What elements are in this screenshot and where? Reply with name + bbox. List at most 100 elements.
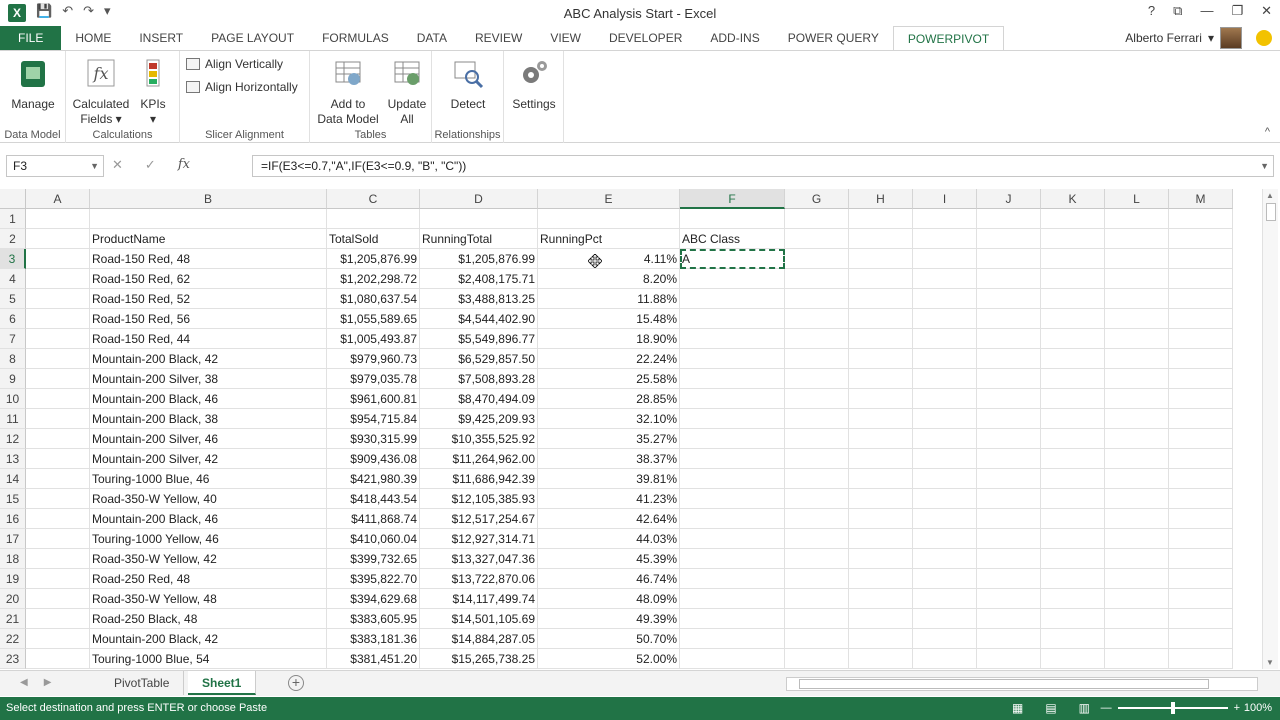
normal-view-icon[interactable]: ▦ [1012,701,1023,715]
cell-total-sold[interactable]: $394,629.68 [327,589,420,609]
row-header[interactable]: 16 [0,509,26,529]
cell[interactable] [1041,489,1105,509]
cell-running-pct[interactable]: 46.74% [538,569,680,589]
row-header[interactable]: 6 [0,309,26,329]
cell-running-total[interactable]: $1,205,876.99 [420,249,538,269]
cell[interactable] [977,569,1041,589]
tab-home[interactable]: HOME [61,26,125,50]
column-header-d[interactable]: D [420,189,538,209]
add-to-data-model-button[interactable]: Add to Data Model [314,57,382,127]
cell-running-pct[interactable]: 8.20% [538,269,680,289]
cell[interactable] [1169,549,1233,569]
cell[interactable] [977,509,1041,529]
cell[interactable] [977,609,1041,629]
row-header[interactable]: 14 [0,469,26,489]
cell[interactable] [1105,269,1169,289]
column-header-h[interactable]: H [849,189,913,209]
help-icon[interactable]: ? [1148,3,1155,19]
cell[interactable] [26,289,90,309]
cell-running-pct[interactable]: 28.85% [538,389,680,409]
cell[interactable] [913,329,977,349]
cell[interactable] [1105,449,1169,469]
cell[interactable] [1169,629,1233,649]
zoom-in-icon[interactable]: + [1234,702,1240,714]
cell[interactable] [849,649,913,669]
cell[interactable] [913,449,977,469]
feedback-smiley-icon[interactable] [1256,30,1272,46]
maximize-icon[interactable]: ❐ [1231,3,1243,19]
cell[interactable] [1041,269,1105,289]
cell[interactable] [977,369,1041,389]
cell[interactable] [785,429,849,449]
cell-running-total[interactable]: $7,508,893.28 [420,369,538,389]
cell-product-name[interactable]: Mountain-200 Silver, 38 [90,369,327,389]
row-header[interactable]: 23 [0,649,26,669]
cell[interactable] [977,529,1041,549]
cell[interactable] [680,469,785,489]
cell-total-sold[interactable]: $1,005,493.87 [327,329,420,349]
cell[interactable] [680,329,785,349]
cell[interactable] [680,409,785,429]
cell[interactable] [26,629,90,649]
cell[interactable] [849,469,913,489]
cell[interactable] [849,629,913,649]
cell[interactable] [1041,329,1105,349]
cell-total-sold[interactable]: $1,205,876.99 [327,249,420,269]
cell[interactable] [1105,629,1169,649]
tab-power-query[interactable]: POWER QUERY [774,26,893,50]
cell[interactable] [1041,349,1105,369]
cell[interactable] [849,489,913,509]
cell-running-pct[interactable]: 35.27% [538,429,680,449]
cell[interactable] [1041,649,1105,669]
cell-total-sold[interactable]: $930,315.99 [327,429,420,449]
ribbon-display-icon[interactable]: ⧉ [1173,3,1182,19]
cell-running-total[interactable]: $9,425,209.93 [420,409,538,429]
cell-running-total[interactable]: $8,470,494.09 [420,389,538,409]
cell[interactable] [785,469,849,489]
cell[interactable] [849,609,913,629]
cell[interactable] [1105,289,1169,309]
cell[interactable] [1041,549,1105,569]
cell[interactable] [538,209,680,229]
cell[interactable] [1105,489,1169,509]
cell[interactable] [1169,509,1233,529]
cell[interactable] [977,449,1041,469]
cell[interactable] [680,629,785,649]
zoom-out-icon[interactable]: — [1101,702,1112,714]
close-icon[interactable]: ✕ [1261,3,1272,19]
cell[interactable] [26,509,90,529]
cell[interactable] [1169,529,1233,549]
cell[interactable] [913,289,977,309]
kpis-button[interactable]: KPIs ▾ [136,57,170,127]
cell[interactable] [785,229,849,249]
cell[interactable] [1105,429,1169,449]
cell[interactable] [849,229,913,249]
column-title-f[interactable]: ABC Class [680,229,785,249]
cell-running-total[interactable]: $14,884,287.05 [420,629,538,649]
cell[interactable] [977,209,1041,229]
row-header[interactable]: 19 [0,569,26,589]
cell[interactable] [849,329,913,349]
row-header[interactable]: 7 [0,329,26,349]
row-header[interactable]: 18 [0,549,26,569]
cell-total-sold[interactable]: $383,181.36 [327,629,420,649]
cell-total-sold[interactable]: $1,080,637.54 [327,289,420,309]
cell[interactable] [785,449,849,469]
cell[interactable] [849,529,913,549]
row-header[interactable]: 2 [0,229,26,249]
column-title-c[interactable]: TotalSold [327,229,420,249]
cell[interactable] [26,269,90,289]
cell[interactable] [1041,469,1105,489]
cell-product-name[interactable]: Road-250 Black, 48 [90,609,327,629]
cell-product-name[interactable]: Mountain-200 Black, 46 [90,389,327,409]
cell[interactable] [26,469,90,489]
cell[interactable] [1041,449,1105,469]
cell[interactable] [1041,389,1105,409]
row-header[interactable]: 12 [0,429,26,449]
tab-add-ins[interactable]: ADD-INS [696,26,773,50]
cell[interactable] [849,369,913,389]
cell[interactable] [913,589,977,609]
cell-product-name[interactable]: Road-150 Red, 52 [90,289,327,309]
zoom-level[interactable]: 100% [1244,702,1272,714]
cell-total-sold[interactable]: $979,035.78 [327,369,420,389]
